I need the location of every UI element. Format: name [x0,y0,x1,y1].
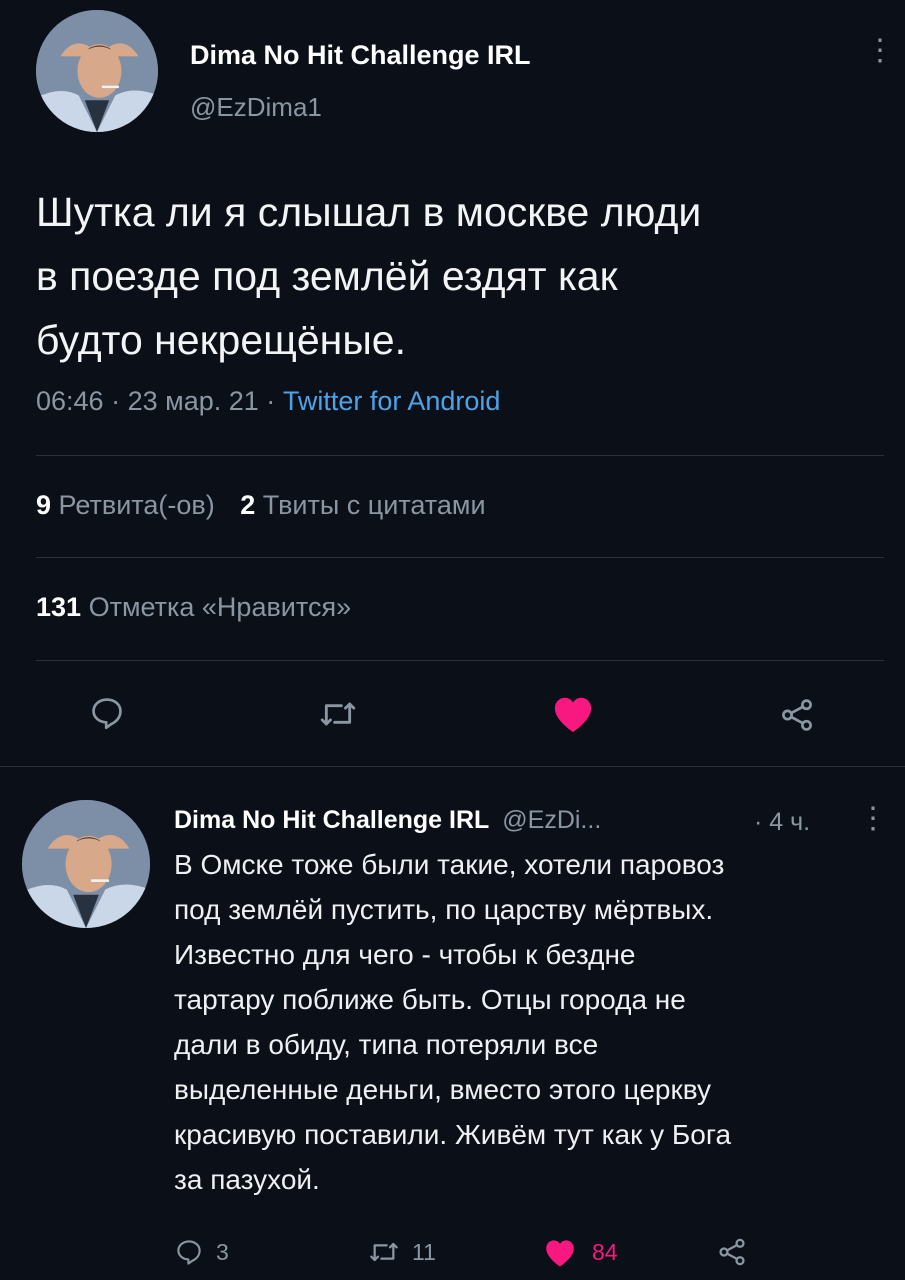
like-count: 84 [592,1238,618,1265]
avatar-image [36,10,158,132]
reply-count: 3 [216,1238,229,1265]
meta-separator: · [111,386,121,416]
divider [0,766,905,767]
reply-text-line: под землёй пустить, по царству мёртвых. [174,894,714,925]
retweet-icon[interactable] [318,694,358,734]
tweet-date: 23 мар. 21 [127,386,259,416]
reply-text-line: выделенные деньги, вместо этого церкву [174,1074,711,1105]
retweet-quote-stats: 9 Ретвита(-ов) 2 Твиты с цитатами [36,490,486,521]
reply-author-name[interactable]: Dima No Hit Challenge IRL [174,806,489,834]
share-icon[interactable] [778,696,816,734]
reply-text-line: тартару поближе быть. Отцы города не [174,984,686,1015]
reply-author-handle[interactable]: @EzDi... [502,806,601,834]
quotes-stat[interactable]: 2 Твиты с цитатами [240,490,485,520]
main-avatar[interactable] [36,10,158,132]
divider [36,557,884,558]
reply-icon[interactable] [88,694,126,732]
like-heart-icon[interactable] [550,692,596,734]
main-author-handle[interactable]: @EzDima1 [190,92,322,123]
retweets-label: Ретвита(-ов) [58,490,215,520]
main-more-icon[interactable]: ⋮ [865,36,895,66]
retweet-count: 11 [412,1238,436,1265]
reply-text-line: дали в обиду, типа потеряли все [174,1029,599,1060]
main-tweet-meta: 06:46 · 23 мар. 21 · Twitter for Android [36,386,500,417]
main-author-name[interactable]: Dima No Hit Challenge IRL [190,40,531,71]
main-tweet-line: в поезде под землёй ездят как [36,253,618,299]
likes-label: Отметка «Нравится» [88,592,352,622]
likes-count: 131 [36,592,82,622]
meta-separator: · [266,386,276,416]
quotes-label: Твиты с цитатами [262,490,486,520]
reply-avatar[interactable] [22,800,150,928]
reply-header: Dima No Hit Challenge IRL @EzDi... [174,806,601,835]
tweet-source-link[interactable]: Twitter for Android [283,386,501,416]
reply-text-line: за пазухой. [174,1164,320,1195]
like-heart-icon [542,1236,578,1268]
retweet-icon [368,1236,400,1268]
reply-time[interactable]: · 4 ч. [754,808,810,837]
main-tweet-text: Шутка ли я слышал в москве люди в поезде… [36,180,701,372]
avatar-image [22,800,150,928]
reply-reply-action[interactable]: 3 [174,1236,229,1268]
reply-like-action[interactable]: 84 [542,1236,618,1268]
retweets-stat[interactable]: 9 Ретвита(-ов) [36,490,222,520]
likes-stat[interactable]: 131 Отметка «Нравится» [36,592,351,623]
reply-icon [174,1237,204,1267]
main-tweet-line: будто некрещёные. [36,317,406,363]
reply-text-line: Известно для чего - чтобы к бездне [174,939,636,970]
main-tweet-line: Шутка ли я слышал в москве люди [36,189,702,235]
reply-retweet-action[interactable]: 11 [368,1236,436,1268]
reply-text-line: В Омске тоже были такие, хотели паровоз [174,849,725,880]
reply-more-icon[interactable]: ⋮ [858,804,888,834]
divider [36,455,884,456]
tweet-time: 06:46 [36,386,104,416]
retweets-count: 9 [36,490,52,520]
divider [36,660,884,661]
quotes-count: 2 [240,490,256,520]
share-icon[interactable] [716,1236,748,1268]
reply-text: В Омске тоже были такие, хотели паровоз … [174,842,731,1202]
reply-text-line: красивую поставили. Живём тут как у Бога [174,1119,732,1150]
